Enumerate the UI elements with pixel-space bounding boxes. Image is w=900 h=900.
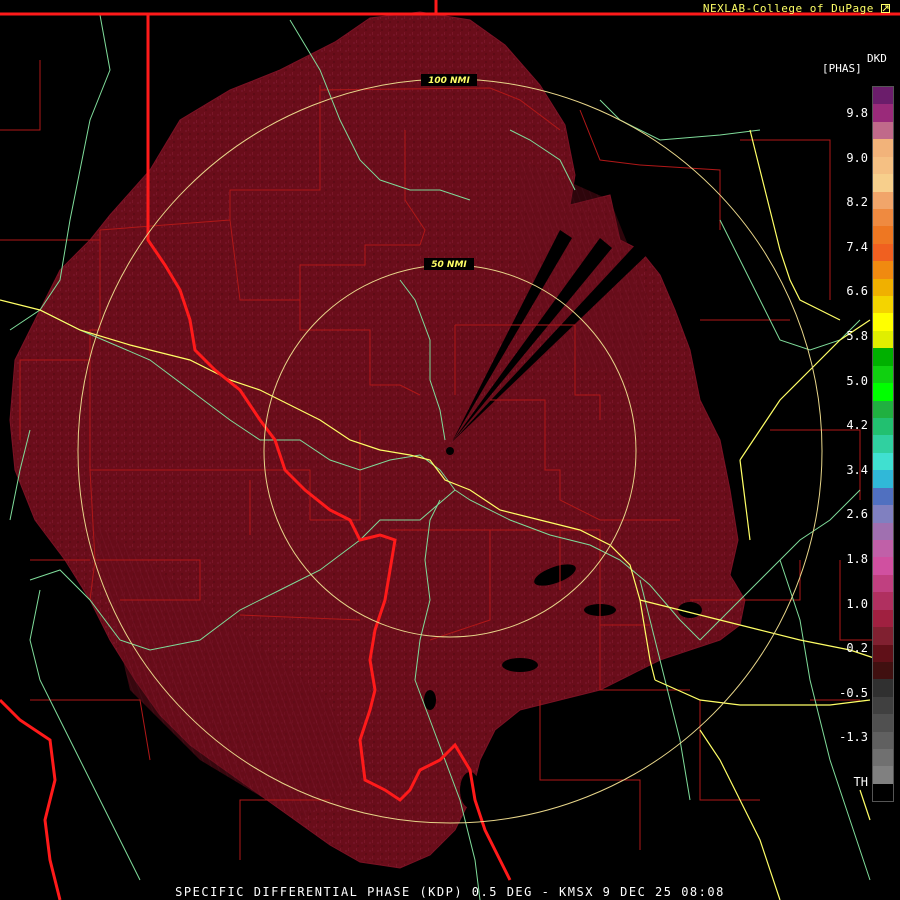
color-scale-swatch: [873, 226, 893, 244]
radar-echo: [9, 11, 746, 869]
color-scale-tick-label: 1.0: [846, 596, 868, 611]
color-scale-tick-label: 8.2: [846, 195, 868, 210]
color-scale-tick-label: 0.2: [846, 641, 868, 656]
legend-unit: [PHAS]: [822, 62, 862, 75]
color-scale-tick-label: -0.5: [839, 685, 868, 700]
credit-line[interactable]: NEXLAB-College of DuPage: [703, 2, 890, 15]
color-scale-swatch: [873, 313, 893, 331]
color-scale-swatch: [873, 348, 893, 366]
credit-text: NEXLAB-College of DuPage: [702, 2, 874, 15]
color-scale-tick-label: 5.0: [846, 373, 868, 388]
color-scale-swatch: [873, 365, 893, 384]
radar-site-marker: [446, 447, 454, 455]
color-scale-tick-label: 7.4: [846, 239, 868, 254]
color-scale-swatch: [873, 174, 893, 192]
color-scale-swatch: [873, 121, 893, 140]
color-scale-swatch: [873, 714, 893, 732]
color-scale-swatch: [873, 435, 893, 453]
external-link-icon: [881, 4, 890, 13]
product-caption: SPECIFIC DIFFERENTIAL PHASE (KDP) 0.5 DE…: [175, 885, 725, 899]
color-scale-swatch: [873, 156, 893, 175]
color-scale-swatch: [873, 609, 893, 628]
color-scale-tick-label: 1.8: [846, 552, 868, 566]
color-scale-tick-label: 2.6: [846, 507, 868, 522]
color-scale-tick-label: 4.2: [846, 418, 868, 433]
color-scale-tick-label: -1.3: [839, 730, 868, 745]
radar-map: 50 NMI 100 NMI: [0, 0, 900, 900]
color-scale-swatch: [873, 522, 893, 540]
color-scale-swatch: [873, 661, 893, 680]
color-scale-swatch: [873, 400, 893, 419]
color-scale-swatch: [873, 749, 893, 767]
color-scale-swatch: [873, 296, 893, 314]
range-ring-50-label: 50 NMI: [431, 260, 467, 270]
color-scale-swatch: [873, 191, 893, 209]
range-ring-100-label: 100 NMI: [428, 76, 470, 86]
color-scale-swatch: [873, 644, 893, 662]
color-scale-swatch: [873, 679, 893, 697]
color-scale-swatch: [873, 139, 893, 157]
color-scale-tick-label: 9.8: [846, 106, 868, 120]
color-scale-swatch: [873, 783, 893, 802]
color-scale-swatch: [873, 330, 893, 349]
color-scale-swatch: [873, 278, 893, 297]
color-scale-swatch: [873, 452, 893, 471]
color-scale-swatch: [873, 243, 893, 262]
color-scale-swatch: [873, 696, 893, 715]
color-scale-swatch: [873, 574, 893, 593]
color-scale-swatch: [873, 487, 893, 506]
color-scale-swatch: [873, 557, 893, 575]
color-scale-tick-label: 9.0: [846, 150, 868, 165]
color-scale-swatch: [873, 766, 893, 784]
legend-product-code: DKD: [867, 52, 887, 65]
color-scale-swatch: [873, 383, 893, 401]
color-scale-swatch: [873, 592, 893, 610]
color-scale-bar: [872, 86, 894, 802]
color-scale-swatch: [873, 87, 893, 105]
color-scale-swatch: [873, 261, 893, 279]
color-scale-swatch: [873, 470, 893, 488]
color-scale-tick-label: 6.6: [846, 284, 868, 299]
color-scale-swatch: [873, 208, 893, 227]
color-scale-tick-label: 3.4: [846, 462, 868, 477]
color-scale-swatch: [873, 627, 893, 645]
color-scale-tick-label: TH: [853, 775, 868, 789]
radar-echo-main: [9, 11, 746, 869]
color-scale-swatch: [873, 731, 893, 750]
color-scale-swatch: [873, 104, 893, 122]
color-scale-tick-label: 5.8: [846, 329, 868, 343]
color-scale-swatch: [873, 505, 893, 523]
color-scale-swatch: [873, 418, 893, 436]
color-scale-swatch: [873, 539, 893, 558]
